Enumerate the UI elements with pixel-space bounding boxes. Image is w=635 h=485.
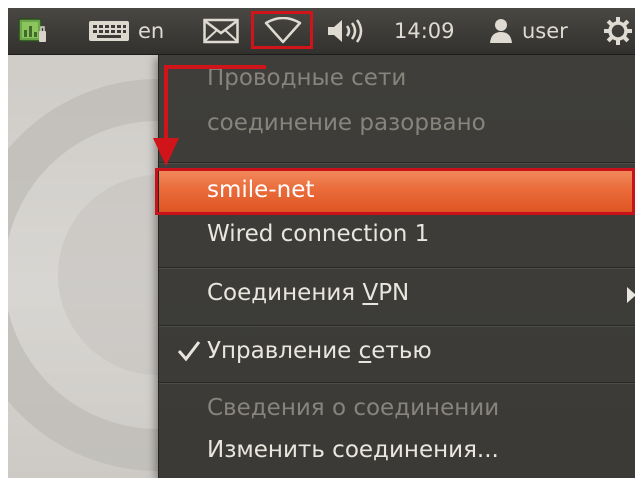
annotation-arrow [153, 65, 266, 166]
screenshot-frame: интернет сеть [8, 8, 635, 478]
